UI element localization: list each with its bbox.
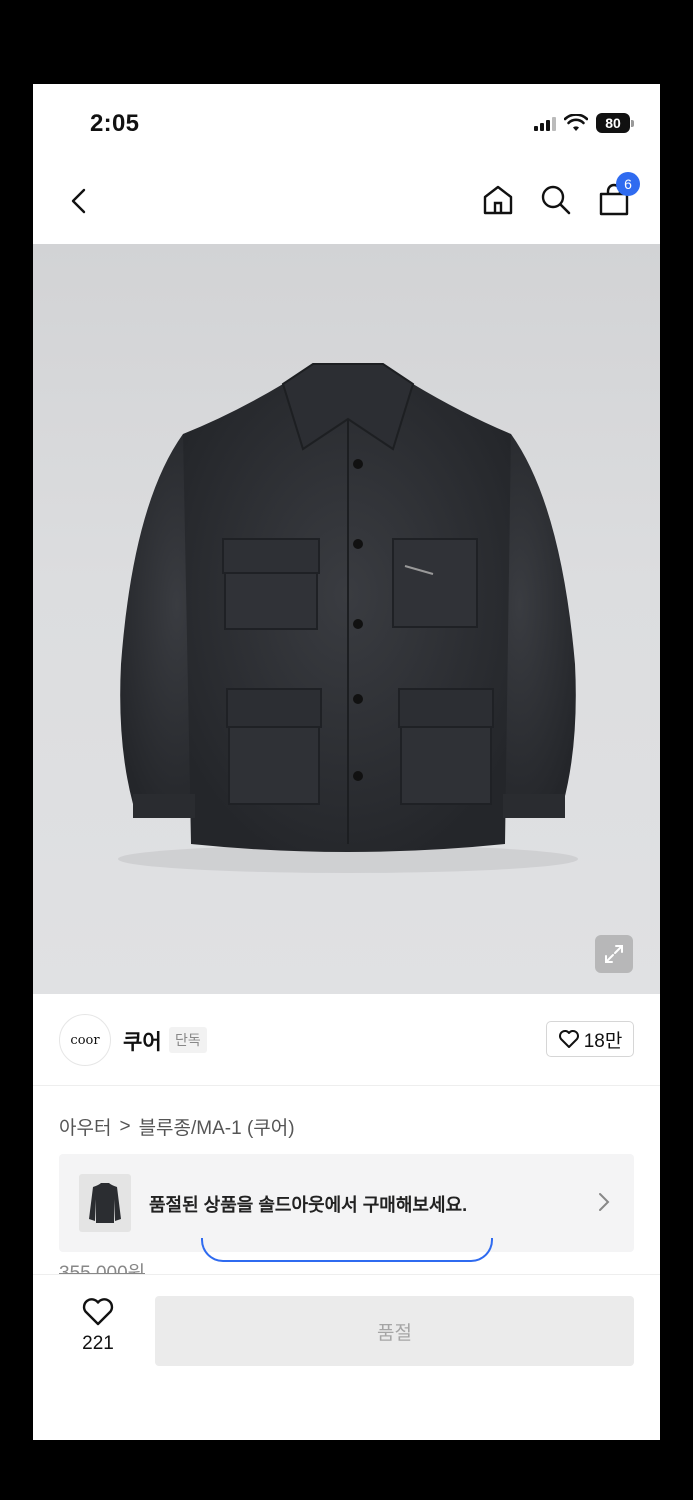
bottom-action-bar: 221 품절 [33,1274,660,1440]
brand-logo[interactable]: coor [59,1014,111,1066]
app-screen: 2:05 80 6 coor 쿠어 단독 18만 아우터 > 블루종/MA-1 … [33,84,660,1440]
jacket-thumbnail-image [89,1183,121,1223]
cart-count-badge: 6 [616,172,640,196]
status-time: 2:05 [90,110,140,137]
cart-button[interactable]: 6 [596,172,640,218]
heart-icon [558,1030,579,1048]
top-nav-bar: 6 [33,164,660,244]
soldout-banner-text: 품절된 상품을 솔드아웃에서 구매해보세요. [149,1195,468,1215]
status-bar: 2:05 80 [33,84,660,164]
brand-logo-text: coor [70,1032,100,1048]
product-like-button[interactable]: 221 [73,1297,123,1355]
floating-pill-edge [201,1238,493,1262]
product-image[interactable] [33,244,660,994]
heart-icon [82,1298,114,1326]
jacket-image [118,363,578,873]
brand-like-count: 18만 [583,1030,623,1052]
breadcrumb-subcategory[interactable]: 블루종/MA-1 (쿠어) [139,1113,295,1140]
battery-icon: 80 [596,113,634,133]
status-indicators: 80 [534,112,634,134]
product-like-count: 221 [82,1333,114,1354]
battery-level: 80 [605,115,621,131]
chevron-right-icon [599,1193,610,1211]
expand-image-button[interactable] [595,935,633,973]
back-arrow-icon[interactable] [63,184,97,218]
search-icon[interactable] [538,182,574,218]
brand-like-button[interactable]: 18만 [546,1021,634,1057]
breadcrumb: 아우터 > 블루종/MA-1 (쿠어) [59,1113,295,1140]
breadcrumb-separator: > [119,1115,131,1137]
brand-name[interactable]: 쿠어 [123,1026,162,1056]
nav-actions: 6 [480,172,640,218]
wifi-icon [564,114,588,131]
cellular-signal-icon [534,115,556,131]
expand-icon [605,945,623,963]
brand-row: coor 쿠어 단독 18만 [33,994,660,1086]
breadcrumb-category[interactable]: 아우터 [59,1113,111,1140]
soldout-button[interactable]: 품절 [155,1296,634,1366]
soldout-thumbnail [79,1174,131,1232]
home-icon[interactable] [480,182,516,218]
exclusive-tag: 단독 [169,1027,207,1053]
